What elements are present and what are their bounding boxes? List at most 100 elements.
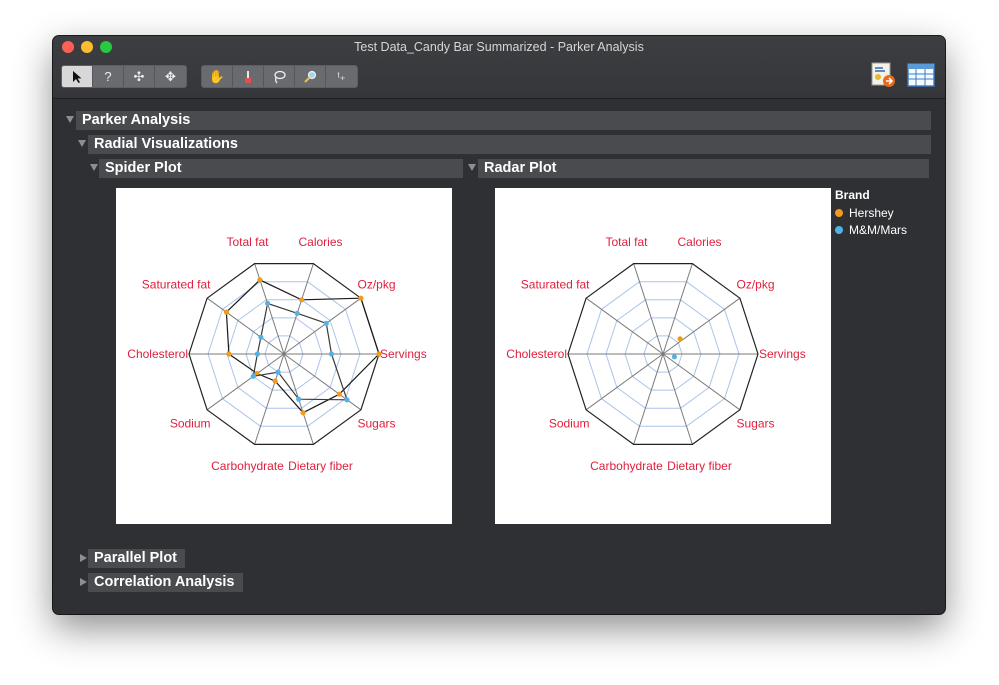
outline-title: Parker Analysis bbox=[82, 112, 191, 128]
scroller-tool-button[interactable]: ✥ bbox=[155, 66, 186, 87]
disclosure-parallel-plot-icon[interactable] bbox=[80, 554, 87, 562]
legend-item-mm-mars[interactable]: M&M/Mars bbox=[835, 223, 907, 237]
outline-header-parker-analysis[interactable]: Parker Analysis bbox=[76, 111, 931, 130]
outline-title: Spider Plot bbox=[105, 160, 182, 176]
title-bar: Test Data_Candy Bar Summarized - Parker … bbox=[53, 36, 945, 99]
data-point-hershey-saturated-fat bbox=[223, 309, 229, 315]
data-point-m-m-mars-sugars bbox=[344, 397, 350, 403]
annotate-tool-button[interactable]: ᵗ₊ bbox=[326, 66, 357, 87]
axis-label-carbohydrate: Carbohydrate bbox=[590, 459, 663, 473]
disclosure-correlation-analysis-icon[interactable] bbox=[80, 578, 87, 586]
selection-tool-button[interactable]: ✣ bbox=[124, 66, 155, 87]
data-point-m-m-mars-sodium bbox=[250, 373, 256, 379]
legend-item-hershey[interactable]: Hershey bbox=[835, 206, 894, 220]
data-point-hershey-sugars bbox=[336, 391, 342, 397]
move-icon: ✥ bbox=[165, 68, 176, 84]
data-point-hershey-servings bbox=[376, 351, 382, 357]
axis-spoke-total-fat bbox=[633, 263, 664, 355]
axis-label-cholesterol: Cholesterol bbox=[127, 347, 188, 361]
legend-marker bbox=[835, 209, 843, 217]
outline-header-radial-visualizations[interactable]: Radial Visualizations bbox=[88, 135, 931, 154]
outline-header-spider-plot[interactable]: Spider Plot bbox=[99, 159, 463, 178]
outline-title: Parallel Plot bbox=[94, 550, 178, 566]
lasso-icon bbox=[274, 70, 286, 83]
legend-label: Hershey bbox=[849, 206, 894, 220]
axis-spoke-sodium bbox=[206, 353, 285, 411]
data-point-m-m-mars-dietary-fiber bbox=[296, 396, 302, 402]
lasso-tool-button[interactable] bbox=[264, 66, 295, 87]
axis-label-oz-pkg: Oz/pkg bbox=[358, 278, 396, 292]
jmp-home-icon[interactable] bbox=[869, 61, 897, 89]
data-point-hershey-calories bbox=[299, 297, 305, 303]
outline-header-radar-plot[interactable]: Radar Plot bbox=[478, 159, 929, 178]
spider-plot-frame: Calories Oz/pkg Servings Sugars Dietary fibe… bbox=[116, 188, 452, 524]
radar-plot-frame: Calories Oz/pkg Servings Sugars Dietary fibe… bbox=[495, 188, 831, 524]
window-title: Test Data_Candy Bar Summarized - Parker … bbox=[354, 40, 644, 54]
toolbar-navigation-group: ? ✣ ✥ bbox=[61, 65, 187, 88]
data-point-m-m-mars-carbohydrate bbox=[275, 369, 281, 375]
outline-header-correlation-analysis[interactable]: Correlation Analysis bbox=[88, 573, 243, 592]
axis-label-sodium: Sodium bbox=[170, 416, 211, 430]
data-point-hershey-carbohydrate bbox=[272, 378, 278, 384]
axis-label-saturated-fat: Saturated fat bbox=[142, 278, 211, 292]
disclosure-radial-visualizations-icon[interactable] bbox=[78, 140, 86, 147]
axis-label-carbohydrate: Carbohydrate bbox=[211, 459, 284, 473]
radar-plot-chart: Calories Oz/pkg Servings Sugars Dietary fibe… bbox=[506, 235, 806, 473]
axis-label-calories: Calories bbox=[298, 235, 342, 249]
axis-label-sugars: Sugars bbox=[737, 416, 775, 430]
disclosure-parker-analysis-icon[interactable] bbox=[66, 116, 74, 123]
brush-icon bbox=[245, 70, 251, 83]
axis-spoke-total-fat bbox=[254, 263, 285, 355]
arrow-icon bbox=[73, 70, 82, 83]
magnifier-tool-button[interactable] bbox=[295, 66, 326, 87]
axis-label-saturated-fat: Saturated fat bbox=[521, 278, 590, 292]
axis-label-sugars: Sugars bbox=[358, 416, 396, 430]
axis-spoke-sugars bbox=[283, 353, 362, 411]
crosshair-icon: ✣ bbox=[133, 68, 145, 84]
axis-label-sodium: Sodium bbox=[549, 416, 590, 430]
axis-spoke-carbohydrate bbox=[633, 353, 664, 445]
arrow-tool-button[interactable] bbox=[62, 66, 93, 87]
brush-tool-button[interactable] bbox=[233, 66, 264, 87]
data-point-m-m-mars-servings bbox=[328, 351, 335, 357]
axis-spoke-carbohydrate bbox=[254, 353, 285, 445]
axis-spoke-oz-pkg bbox=[662, 297, 741, 355]
axis-label-servings: Servings bbox=[759, 347, 806, 361]
axis-label-cholesterol: Cholesterol bbox=[506, 347, 567, 361]
outline-title: Correlation Analysis bbox=[94, 574, 235, 590]
grabber-tool-button[interactable]: ✋ bbox=[202, 66, 233, 87]
outline-header-parallel-plot[interactable]: Parallel Plot bbox=[88, 549, 185, 568]
outline-title: Radial Visualizations bbox=[94, 136, 238, 152]
legend-title: Brand bbox=[835, 188, 870, 202]
data-point-m-m-mars-saturated-fat bbox=[258, 334, 264, 340]
outline-title: Radar Plot bbox=[484, 160, 557, 176]
data-point-m-m-mars-oz-pkg bbox=[323, 320, 329, 326]
axis-spoke-saturated-fat bbox=[585, 297, 664, 355]
spider-plot-chart: Calories Oz/pkg Servings Sugars Dietary fibe… bbox=[127, 235, 426, 473]
axis-spoke-calories bbox=[283, 263, 314, 355]
axis-label-oz-pkg: Oz/pkg bbox=[737, 278, 775, 292]
toolbar-selection-group: ✋ ᵗ₊ bbox=[201, 65, 358, 88]
data-point-hershey-cholesterol bbox=[226, 351, 232, 357]
data-point-m-m-mars-total-fat bbox=[265, 300, 271, 306]
axis-spoke-oz-pkg bbox=[283, 297, 362, 355]
axis-label-calories: Calories bbox=[677, 235, 721, 249]
data-point-m-m-mars-cholesterol bbox=[254, 351, 260, 357]
question-icon: ? bbox=[104, 69, 112, 84]
legend-marker bbox=[835, 226, 843, 234]
axis-spoke-saturated-fat bbox=[206, 297, 285, 355]
axis-label-dietary-fiber: Dietary fiber bbox=[667, 459, 732, 473]
hand-icon: ✋ bbox=[208, 68, 226, 84]
axis-label-total-fat: Total fat bbox=[226, 235, 269, 249]
data-table-icon[interactable] bbox=[907, 61, 935, 89]
help-tool-button[interactable]: ? bbox=[93, 66, 124, 87]
data-point-hershey bbox=[677, 336, 683, 342]
data-point-hershey-dietary-fiber bbox=[300, 410, 306, 416]
report-content: Parker Analysis Radial Visualizations Sp… bbox=[53, 99, 945, 614]
data-point-m-m-mars bbox=[671, 354, 677, 360]
data-point-hershey-oz-pkg bbox=[358, 295, 364, 301]
disclosure-spider-plot-icon[interactable] bbox=[90, 164, 98, 171]
axis-spoke-sugars bbox=[662, 353, 741, 411]
disclosure-radar-plot-icon[interactable] bbox=[468, 164, 476, 171]
axis-label-total-fat: Total fat bbox=[605, 235, 648, 249]
